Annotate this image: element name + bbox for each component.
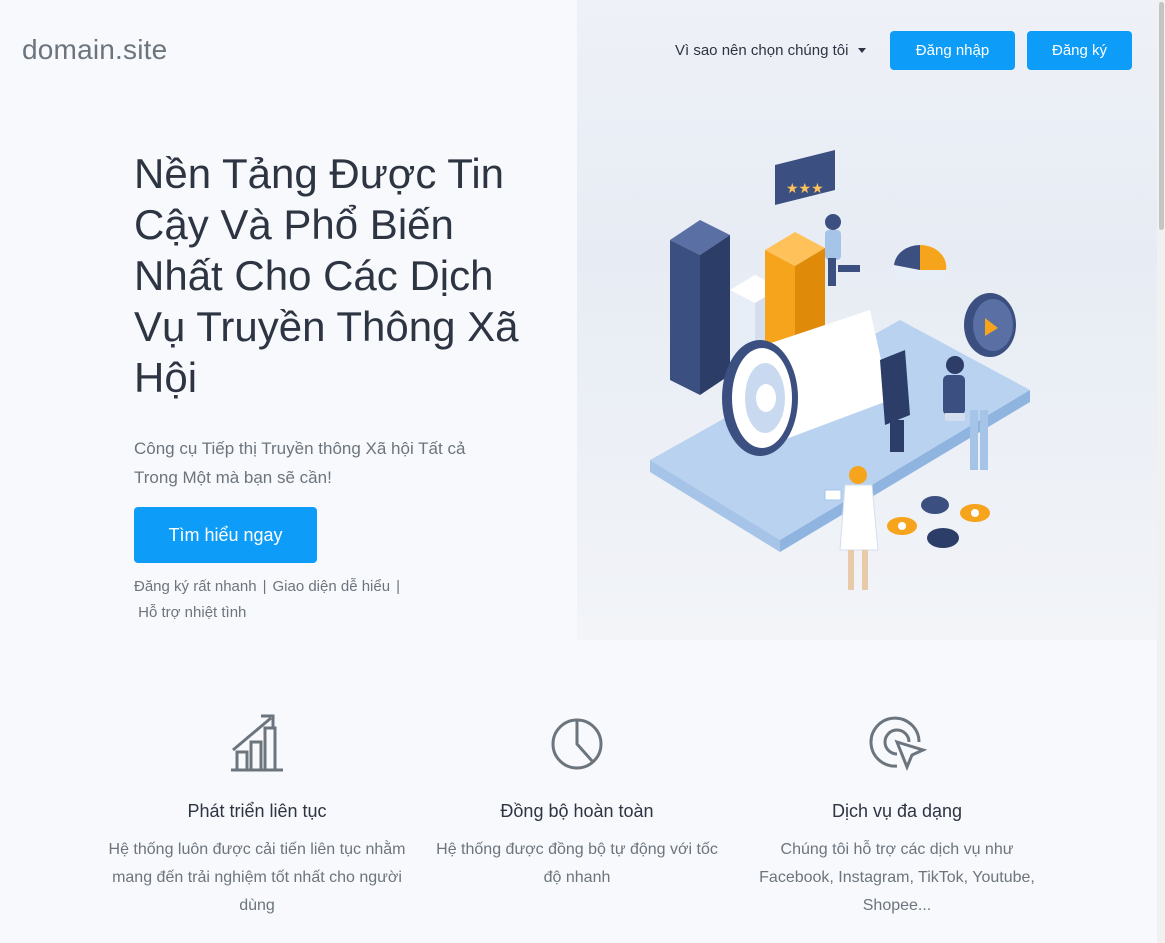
learn-more-button[interactable]: Tìm hiểu ngay <box>134 507 317 563</box>
feature-card: Dịch vụ đa dạng Chúng tôi hỗ trợ các dịc… <box>747 712 1047 920</box>
social-marketing-illustration: ★★★ <box>650 150 1030 590</box>
feature-text: Chúng tôi hỗ trợ các dịch vụ như Faceboo… <box>759 841 1035 914</box>
feature-title: Dịch vụ đa dạng <box>831 801 963 821</box>
perks-list: Đăng ký rất nhanh | Giao diện dễ hiểu | Hỗ … <box>134 578 400 621</box>
why-choose-us-label: Vì sao nên chọn chúng tôi <box>675 42 849 59</box>
why-choose-us-dropdown[interactable]: Vì sao nên chọn chúng tôi <box>675 42 867 59</box>
scrollbar-thumb[interactable] <box>1159 2 1164 230</box>
pie-chart-icon <box>551 718 603 770</box>
feature-text: Hệ thống được đồng bộ tự động với tốc độ… <box>436 841 718 886</box>
feature-title: Đồng bộ hoàn toàn <box>500 801 654 821</box>
perk-item: Giao diện dễ hiểu <box>272 578 391 595</box>
svg-text:★★★: ★★★ <box>786 181 824 197</box>
chevron-down-icon <box>858 48 867 53</box>
feature-title: Phát triển liên tục <box>187 801 327 821</box>
cursor-target-icon <box>869 716 928 771</box>
hero-title: Nền Tảng Được Tin Cậy Và Phổ Biến Nhất C… <box>134 150 519 401</box>
hero-subtitle: Công cụ Tiếp thị Truyền thông Xã hội Tất… <box>134 439 466 487</box>
feature-card: Phát triển liên tục Hệ thống luôn được c… <box>107 712 407 920</box>
feature-text: Hệ thống luôn được cải tiến liên tục nhằ… <box>108 841 406 914</box>
register-button[interactable]: Đăng ký <box>1027 31 1132 70</box>
page-scrollbar[interactable] <box>1157 0 1165 943</box>
perk-item: Đăng ký rất nhanh <box>134 578 257 595</box>
login-button[interactable]: Đăng nhập <box>890 31 1015 70</box>
feature-card: Đồng bộ hoàn toàn Hệ thống được đồng bộ … <box>427 712 727 892</box>
brand-logo[interactable]: domain.site <box>22 34 167 66</box>
perk-item: Hỗ trợ nhiệt tình <box>138 604 247 621</box>
growth-chart-icon <box>231 714 283 772</box>
